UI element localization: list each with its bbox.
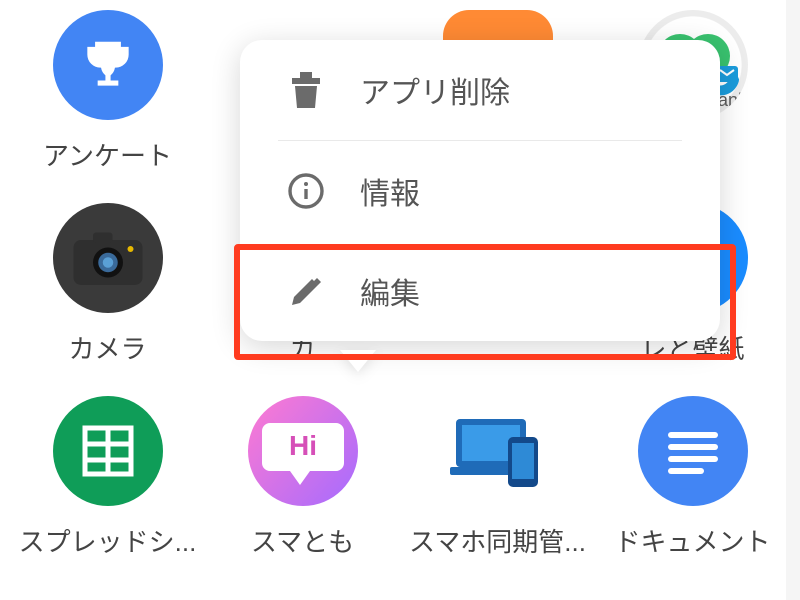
menu-label: 情報 xyxy=(360,169,420,213)
app-sync[interactable]: スマホ同期管... xyxy=(405,396,590,559)
app-label: スプレッドシ... xyxy=(19,522,197,559)
trophy-icon xyxy=(53,10,163,120)
app-label: ドキュメント xyxy=(614,522,770,559)
hi-icon: Hi xyxy=(248,396,358,506)
camera-icon xyxy=(53,203,163,313)
app-sheets[interactable]: スプレッドシ... xyxy=(15,396,200,559)
menu-edit[interactable]: 編集 xyxy=(240,241,720,341)
app-camera[interactable]: カメラ xyxy=(15,203,200,366)
sync-icon xyxy=(443,396,553,506)
app-survey[interactable]: アンケート xyxy=(15,10,200,173)
trash-icon xyxy=(286,70,326,110)
menu-label: 編集 xyxy=(360,269,420,313)
context-menu: アプリ削除 情報 編集 xyxy=(240,40,720,341)
sheets-icon xyxy=(53,396,163,506)
app-label: スマホ同期管... xyxy=(409,522,586,559)
app-label: スマとも xyxy=(251,522,354,559)
app-label: アンケート xyxy=(43,136,172,173)
app-hi[interactable]: Hi スマとも xyxy=(210,396,395,559)
menu-info[interactable]: 情報 xyxy=(240,141,720,241)
hi-text: Hi xyxy=(289,430,317,461)
app-label: カメラ xyxy=(68,329,146,366)
app-docs[interactable]: ドキュメント xyxy=(600,396,785,559)
right-edge-strip xyxy=(786,0,800,600)
docs-icon xyxy=(638,396,748,506)
menu-label: アプリ削除 xyxy=(360,68,510,112)
info-icon xyxy=(286,171,326,211)
menu-pointer xyxy=(340,350,376,372)
pencil-icon xyxy=(286,271,326,311)
menu-delete[interactable]: アプリ削除 xyxy=(240,40,720,140)
